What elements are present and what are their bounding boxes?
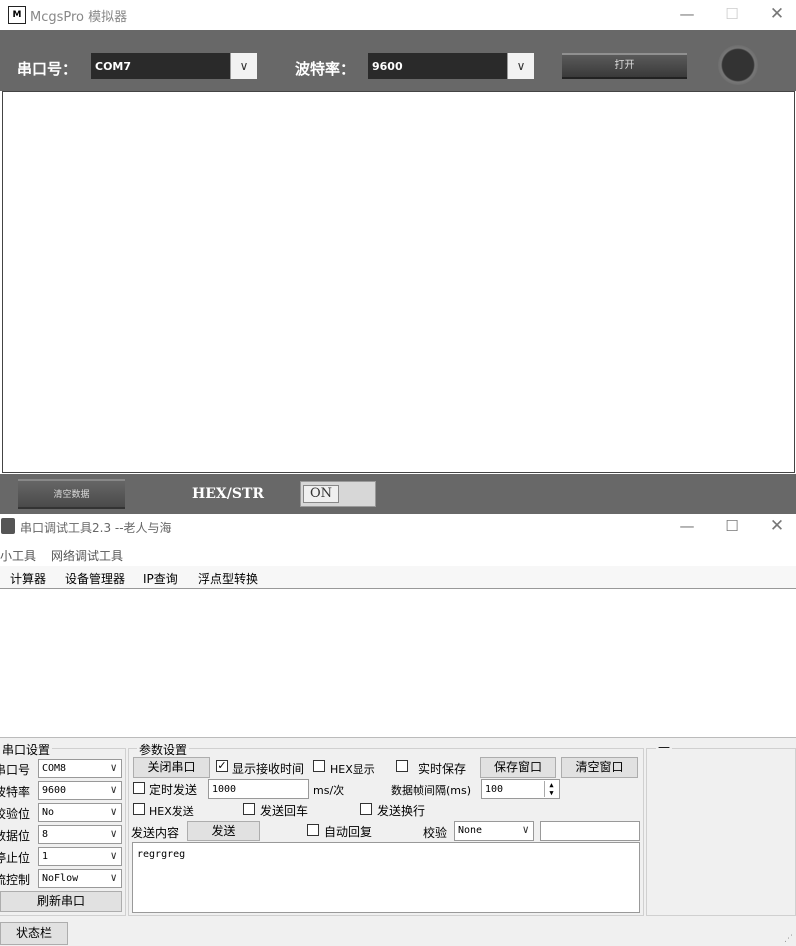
realtime-save-label: 实时保存 [418, 762, 467, 776]
spinner-icon[interactable]: ▲ ▼ [544, 781, 558, 797]
hex-display-label: HEX显示 [330, 763, 375, 776]
stopbits-label: 停止位 [0, 851, 31, 865]
mcgs-window-title: McgsPro 模拟器 [30, 10, 128, 25]
menu-item-ip-lookup[interactable]: IP查询 [143, 570, 178, 587]
baud-value: 9600 [372, 60, 403, 73]
flow-label: 流控制 [0, 873, 31, 887]
chevron-down-icon: ∨ [110, 761, 117, 774]
realtime-save-checkbox[interactable] [396, 760, 408, 772]
hex-send-label: HEX发送 [149, 805, 194, 818]
send-text-value: regrgreg [137, 849, 186, 860]
checksum-value: None [458, 825, 483, 836]
close-port-button[interactable]: 关闭串口 [133, 757, 210, 778]
port-select[interactable]: COM7 ∨ [91, 53, 257, 79]
chevron-down-icon: ∨ [522, 823, 529, 836]
send-newline-checkbox[interactable] [360, 803, 372, 815]
auto-reply-checkbox[interactable] [307, 824, 319, 836]
parity-select[interactable]: No ∨ [38, 803, 122, 822]
checksum-label: 校验 [423, 826, 448, 840]
flow-select[interactable]: NoFlow ∨ [38, 869, 122, 888]
send-content-label: 发送内容 [131, 826, 180, 840]
show-time-label: 显示接收时间 [232, 762, 305, 776]
timed-interval-input[interactable]: 1000 [208, 779, 309, 799]
baud-value: 9600 [42, 785, 67, 796]
frame-interval-label: 数据帧间隔(ms) [391, 784, 472, 797]
refresh-port-button[interactable]: 刷新串口 [0, 891, 122, 912]
baud-select[interactable]: 9600 ∨ [368, 53, 534, 79]
send-newline-label: 发送换行 [377, 804, 426, 818]
close-icon[interactable]: ✕ [762, 516, 792, 536]
stopbits-value: 1 [42, 851, 49, 862]
hex-send-checkbox[interactable] [133, 803, 145, 815]
chevron-down-icon: ∨ [110, 849, 117, 862]
resize-grip-icon[interactable]: ⋰ [784, 934, 793, 944]
hex-str-label: HEX/STR [192, 486, 265, 502]
extra-group-title: — [656, 740, 672, 754]
hex-display-checkbox[interactable] [313, 760, 325, 772]
databits-select[interactable]: 8 ∨ [38, 825, 122, 844]
toggle-knob[interactable]: ON [303, 485, 339, 503]
parity-value: No [42, 807, 55, 818]
extra-group [646, 748, 796, 916]
port-settings-title: 串口设置 [0, 741, 53, 758]
chevron-down-icon[interactable]: ∨ [507, 53, 534, 79]
menu-item-float-convert[interactable]: 浮点型转换 [198, 570, 258, 587]
chevron-down-icon[interactable]: ∨ [230, 53, 257, 79]
open-button[interactable]: 打开 [562, 53, 687, 79]
frame-interval-value: 100 [485, 784, 504, 795]
app-icon [1, 518, 15, 534]
receive-area[interactable] [0, 589, 796, 738]
maximize-icon[interactable]: ☐ [717, 516, 747, 536]
params-title: 参数设置 [137, 741, 190, 758]
send-echo-checkbox[interactable] [243, 803, 255, 815]
mcgs-logo: M [8, 6, 26, 24]
maximize-icon[interactable]: ☐ [717, 4, 747, 24]
menu-item-calculator[interactable]: 计算器 [10, 570, 46, 587]
port-select[interactable]: COM8 ∨ [38, 759, 122, 778]
chevron-down-icon: ∨ [110, 871, 117, 884]
serial-tool-title: 串口调试工具2.3 --老人与海 [20, 521, 172, 535]
parity-label: 校验位 [0, 807, 31, 821]
menu-item-device-manager[interactable]: 设备管理器 [65, 570, 125, 587]
save-window-button[interactable]: 保存窗口 [480, 757, 556, 778]
send-button[interactable]: 发送 [187, 821, 260, 841]
status-indicator-icon [718, 45, 758, 85]
send-textarea[interactable]: regrgreg [132, 842, 640, 913]
flow-value: NoFlow [42, 873, 79, 884]
stopbits-select[interactable]: 1 ∨ [38, 847, 122, 866]
status-bar-label: 状态栏 [0, 922, 68, 945]
port-value: COM7 [95, 60, 132, 73]
clear-data-button[interactable]: 清空数据 [18, 479, 125, 509]
tab-network-tool[interactable]: 网络调试工具 [51, 547, 123, 564]
clear-window-button[interactable]: 清空窗口 [561, 757, 638, 778]
port-label: 串口号： [17, 60, 78, 78]
receive-display[interactable] [2, 91, 795, 473]
timed-interval-value: 1000 [212, 784, 237, 795]
auto-reply-label: 自动回复 [324, 825, 373, 839]
close-icon[interactable]: ✕ [762, 4, 792, 24]
minimize-icon[interactable]: — [672, 516, 702, 536]
timed-unit-label: ms/次 [313, 784, 345, 797]
baud-label: 波特率： [295, 60, 356, 78]
checksum-result-input[interactable] [540, 821, 640, 841]
chevron-down-icon: ∨ [110, 783, 117, 796]
frame-interval-input[interactable]: 100 ▲ ▼ [481, 779, 560, 799]
databits-label: 数据位 [0, 829, 31, 843]
show-time-checkbox[interactable]: ✓ [216, 760, 228, 772]
checksum-select[interactable]: None ∨ [454, 821, 534, 841]
tab-tools[interactable]: 小工具 [0, 547, 36, 564]
chevron-down-icon: ∨ [110, 805, 117, 818]
statusbar [0, 918, 796, 946]
timed-send-checkbox[interactable] [133, 782, 145, 794]
baud-select[interactable]: 9600 ∨ [38, 781, 122, 800]
chevron-down-icon: ∨ [110, 827, 117, 840]
minimize-icon[interactable]: — [672, 4, 702, 24]
port-label: 串口号 [0, 763, 31, 777]
port-value: COM8 [42, 763, 67, 774]
databits-value: 8 [42, 829, 49, 840]
send-echo-label: 发送回车 [260, 804, 309, 818]
baud-label: 波特率 [0, 785, 31, 799]
timed-send-label: 定时发送 [149, 783, 198, 797]
